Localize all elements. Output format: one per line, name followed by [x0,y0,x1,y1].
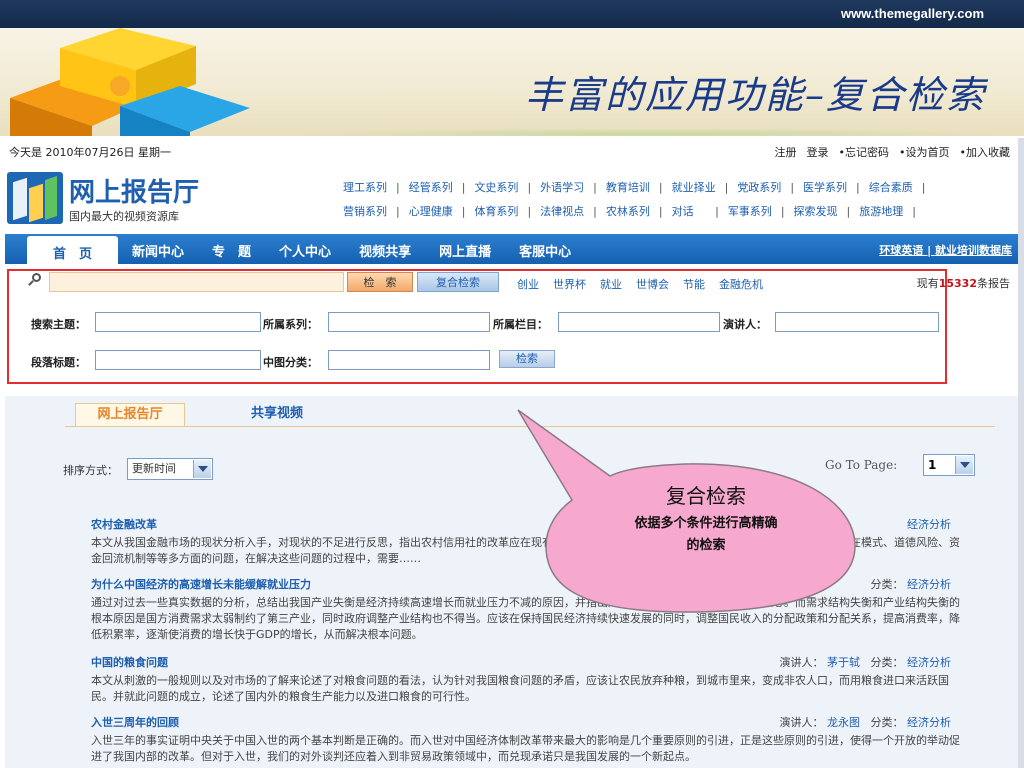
article-item: 中国的粮食问题 演讲人： 茅于轼 分类： 经济分析 本文从刺激的一般规则以及对市… [91,654,961,705]
register-link[interactable]: 注册 [775,144,797,160]
category-link[interactable]: 探索发现 [794,200,838,224]
category-link[interactable]: 法律视点 [540,200,584,224]
chevron-down-icon[interactable] [193,460,211,478]
article-category[interactable]: 经济分析 [907,578,951,591]
sort-label: 排序方式： [63,464,118,477]
site-url[interactable]: www.themegallery.com [841,6,984,21]
callout-heading: 复合检索 [666,484,746,508]
article-meta: 分类： 经济分析 [870,578,952,591]
category-row-2: 营销系列 | 心理健康 | 体育系列 | 法律视点 | 农林系列 | 对话 | 军事系列 | … [343,200,1020,224]
puzzle-graphic-icon [10,28,250,136]
header-banner: 丰富的应用功能–复合检索 [0,28,1024,136]
article-meta: 演讲人： 茅于轼 分类： 经济分析 [779,656,952,669]
category-row-1: 理工系列 | 经管系列 | 文史系列 | 外语学习 | 教育培训 | 就业择业 | 党政系列… [343,176,1020,200]
slide: www.themegallery.com 丰富的应用功能–复合检索 今天是 20… [0,0,1024,768]
tab-shared-video[interactable]: 共享视频 [251,403,331,425]
nav-personal[interactable]: 个人中心 [265,234,345,264]
category-link[interactable]: 经管系列 [409,176,453,200]
category-link[interactable]: 党政系列 [737,176,781,200]
logo-name[interactable]: 网上报告厅 [69,172,199,209]
page-select[interactable]: 1 [923,454,975,476]
article-item: 入世三周年的回顾 演讲人： 龙永图 分类： 经济分析 入世三年的事实证明中央关于… [91,714,961,765]
category-link[interactable]: 旅游地理 [859,200,903,224]
article-category[interactable]: 经济分析 [907,518,951,531]
category-link[interactable]: 教育培训 [606,176,650,200]
category-link[interactable]: 就业择业 [672,176,716,200]
category-link[interactable]: 文史系列 [474,176,518,200]
slide-title: 丰富的应用功能–复合检索 [524,73,986,117]
right-edge-shade [1018,138,1024,768]
sort-row: 排序方式： 更新时间 [63,458,213,480]
tab-report-hall[interactable]: 网上报告厅 [75,403,185,427]
nav-service[interactable]: 客服中心 [505,234,585,264]
nav-video-share[interactable]: 视频共享 [345,234,425,264]
category-link[interactable]: 外语学习 [540,176,584,200]
callout-desc-line1: 依据多个条件进行高精确 [634,516,778,531]
current-date: 今天是 2010年07月26日 星期一 [9,146,171,159]
sort-select[interactable]: 更新时间 [127,458,213,480]
category-link[interactable]: 理工系列 [343,176,387,200]
nav-live[interactable]: 网上直播 [425,234,505,264]
chevron-down-icon[interactable] [955,456,973,474]
category-link[interactable]: 体育系列 [474,200,518,224]
nav-right-links[interactable]: 环球英语 | 就业培训数据库 [879,242,1012,258]
banner-swoosh [300,128,1000,136]
article-speaker[interactable]: 龙永图 [827,716,860,729]
nav-topics[interactable]: 专 题 [198,234,265,264]
article-meta: 经济分析 [907,516,951,532]
top-links: 注册 登录 •忘记密码 •设为首页 •加入收藏 [775,144,1011,160]
nav-news[interactable]: 新闻中心 [118,234,198,264]
add-favorite-link[interactable]: •加入收藏 [960,144,1011,160]
category-link[interactable]: 综合素质 [869,176,913,200]
login-link[interactable]: 登录 [807,144,829,160]
article-description: 入世三年的事实证明中央关于中国入世的两个基本判断是正确的。而入世对中国经济体制改… [91,734,960,763]
date-bar: 今天是 2010年07月26日 星期一 注册 登录 •忘记密码 •设为首页 •加… [5,138,1020,164]
top-bar: www.themegallery.com [0,0,1024,28]
category-links: 理工系列 | 经管系列 | 文史系列 | 外语学习 | 教育培训 | 就业择业 | 党政系列… [343,176,1020,224]
article-category[interactable]: 经济分析 [907,656,951,669]
category-link[interactable]: 营销系列 [343,200,387,224]
logo-subtitle: 国内最大的视频资源库 [69,210,179,223]
category-link[interactable]: 医学系列 [803,176,847,200]
category-link[interactable]: 心理健康 [409,200,453,224]
category-link[interactable]: 农林系列 [606,200,650,224]
article-meta: 演讲人： 龙永图 分类： 经济分析 [779,716,952,729]
callout-text: 复合检索 依据多个条件进行高精确 的检索 [556,480,856,557]
nav-home[interactable]: 首 页 [27,236,119,264]
callout-desc-line2: 的检索 [686,538,726,553]
article-speaker[interactable]: 茅于轼 [827,656,860,669]
forgot-password-link[interactable]: •忘记密码 [839,144,890,160]
set-homepage-link[interactable]: •设为首页 [899,144,950,160]
article-description: 本文从刺激的一般规则以及对市场的了解来论述了对粮食问题的看法，认为针对我国粮食问… [91,674,949,703]
logo-icon[interactable] [7,172,63,224]
logo-row: 网上报告厅 国内最大的视频资源库 理工系列 | 经管系列 | 文史系列 | 外语学习 |… [5,170,1020,232]
main-nav: 首 页 新闻中心 专 题 个人中心 视频共享 网上直播 客服中心 环球英语 | … [5,234,1020,264]
category-link[interactable]: 军事系列 [728,200,772,224]
highlight-box [7,269,947,384]
category-link[interactable]: 对话 [672,200,694,224]
article-category[interactable]: 经济分析 [907,716,951,729]
